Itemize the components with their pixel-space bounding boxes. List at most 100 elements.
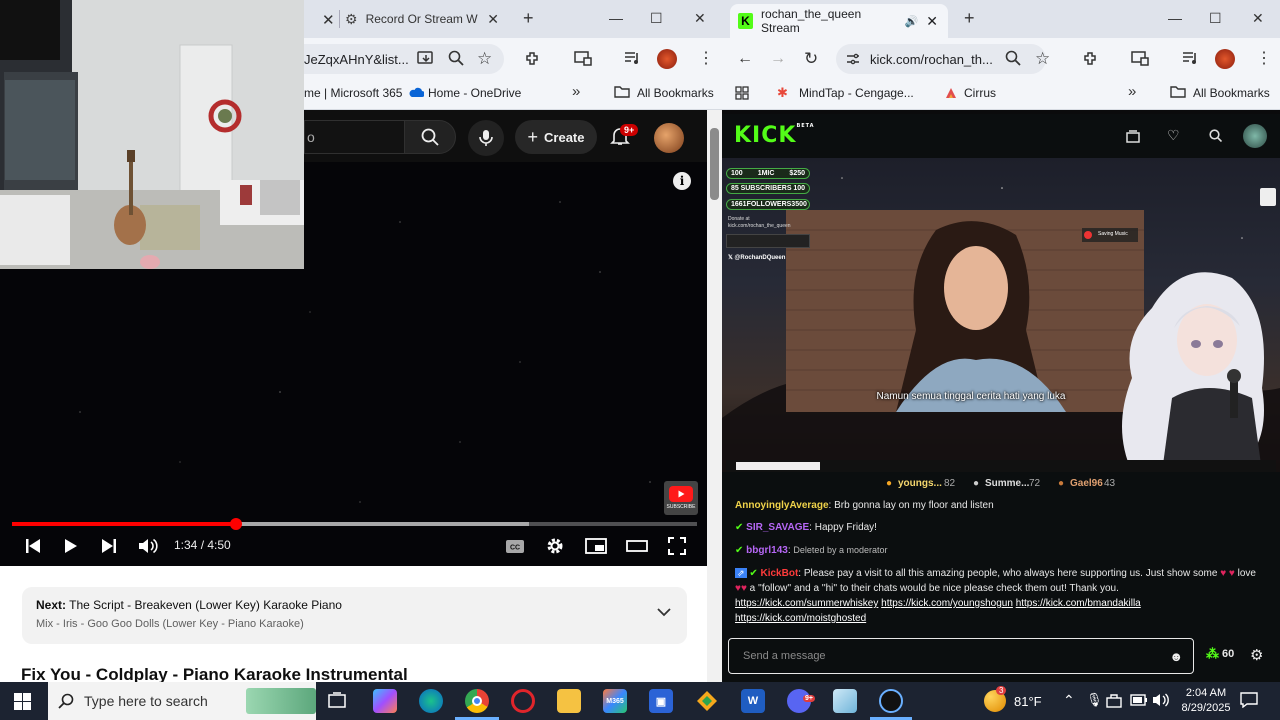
volume-icon[interactable] [138, 536, 158, 556]
notepad-icon[interactable] [833, 689, 857, 713]
audio-playing-icon[interactable]: 🔊 [905, 15, 919, 28]
install-app-icon[interactable] [417, 50, 435, 66]
youtube-account-avatar[interactable] [654, 123, 684, 153]
new-tab-button[interactable]: + [964, 8, 975, 29]
maximize-button[interactable]: ☐ [650, 10, 663, 27]
theater-mode-icon[interactable] [626, 536, 648, 556]
close-window-button[interactable]: ✕ [694, 10, 706, 27]
tab-kick-stream[interactable]: K rochan_the_queen Stream 🔊 ✕ [730, 4, 948, 38]
forward-arrow-icon[interactable]: → [770, 50, 786, 68]
gifter-name[interactable]: youngs... [898, 478, 942, 489]
copilot-icon[interactable] [373, 689, 397, 713]
battery-icon[interactable] [1130, 694, 1148, 706]
bookmark-cirrus[interactable]: Cirrus [964, 86, 996, 100]
edge-icon[interactable] [419, 689, 443, 713]
close-tab-icon[interactable]: ✕ [322, 11, 335, 29]
next-icon[interactable] [100, 536, 118, 556]
scrollbar-thumb[interactable] [710, 128, 719, 200]
notifications-icon[interactable] [1240, 692, 1258, 708]
youtube-search-input[interactable]: o [304, 120, 404, 154]
chat-username[interactable]: bbgrl143 [746, 545, 788, 556]
discord-icon[interactable]: 9+ [787, 689, 815, 713]
file-explorer-folder-icon[interactable] [557, 689, 581, 713]
maximize-button[interactable]: ☐ [1209, 10, 1222, 27]
chat-link[interactable]: https://kick.com/moistghosted [735, 613, 866, 624]
extensions-icon[interactable] [524, 50, 541, 67]
minimize-button[interactable]: — [1168, 10, 1182, 26]
bookmarks-overflow-icon[interactable]: » [572, 83, 580, 100]
cast-icon[interactable] [574, 50, 592, 66]
close-window-button[interactable]: ✕ [1252, 10, 1264, 27]
chat-username[interactable]: KickBot [761, 568, 799, 579]
all-bookmarks[interactable]: All Bookmarks [1193, 86, 1270, 100]
bookmarks-overflow-icon[interactable]: » [1128, 83, 1136, 100]
all-bookmarks[interactable]: All Bookmarks [637, 86, 714, 100]
stream-video[interactable]: Saving Music 100 1MIC $250 85 SUBSCRIBERS 10… [722, 158, 1280, 472]
gifter-name[interactable]: Gael96 [1070, 478, 1103, 489]
chat-link[interactable]: https://kick.com/summerwhiskey [735, 598, 878, 609]
apps-grid-icon[interactable] [735, 86, 749, 100]
channel-points[interactable]: ⁂ 60 [1206, 646, 1234, 662]
bookmark-star-icon[interactable]: ☆ [477, 49, 492, 69]
close-tab-icon[interactable]: ✕ [487, 11, 499, 28]
profile-avatar[interactable] [657, 49, 677, 69]
taskbar-search-box[interactable]: Type here to search [48, 682, 316, 720]
more-menu-icon[interactable]: ⋮ [698, 48, 714, 68]
tray-overflow-chevron-icon[interactable]: ⌃ [1063, 692, 1075, 709]
progress-scrubber[interactable] [229, 518, 242, 530]
user-avatar[interactable] [1243, 124, 1267, 148]
network-icon[interactable] [1106, 694, 1122, 708]
subscribe-watermark[interactable]: SUBSCRIBE [664, 481, 698, 515]
play-icon[interactable] [64, 536, 78, 556]
youtube-search-button[interactable] [404, 120, 456, 154]
chevron-down-icon[interactable] [657, 608, 671, 617]
cast-icon[interactable] [1131, 50, 1149, 66]
info-icon[interactable]: i [673, 172, 691, 190]
weather-temperature[interactable]: 81°F [1014, 694, 1042, 709]
kick-logo[interactable]: KICKBETA [734, 123, 815, 148]
word-icon[interactable]: W [741, 689, 765, 713]
miniplayer-icon[interactable] [585, 536, 607, 556]
profile-avatar[interactable] [1215, 49, 1235, 69]
more-menu-icon[interactable]: ⋮ [1256, 48, 1272, 68]
settings-gear-icon[interactable] [545, 536, 565, 556]
bookmark-onedrive[interactable]: Home - OneDrive [428, 86, 521, 100]
media-control-icon[interactable] [624, 50, 641, 66]
windows-start-icon[interactable] [14, 693, 31, 710]
bookmark-mindtap[interactable]: MindTap - Cengage... [799, 86, 914, 100]
obs-icon[interactable] [879, 689, 903, 713]
address-bar[interactable]: JeZqxAHnY&list... [304, 44, 504, 74]
media-control-icon[interactable] [1182, 50, 1199, 66]
following-heart-icon[interactable]: ♡ [1167, 127, 1180, 144]
chrome-icon[interactable] [465, 689, 489, 713]
captions-icon[interactable]: CC [505, 536, 525, 556]
new-tab-button[interactable]: + [523, 8, 534, 29]
chat-username[interactable]: SIR_SAVAGE [746, 522, 809, 533]
up-next-card[interactable] [22, 587, 687, 644]
back-arrow-icon[interactable]: ← [737, 50, 753, 68]
tab-record-stream[interactable]: ⚙ Record Or Stream W ✕ [345, 4, 515, 34]
microsoft-store-icon[interactable]: ▣ [649, 689, 673, 713]
chat-link[interactable]: https://kick.com/youngshogun [881, 598, 1013, 609]
microphone-icon[interactable]: 🎙 [1086, 692, 1103, 708]
fullscreen-icon[interactable] [668, 536, 686, 556]
zoom-icon[interactable] [448, 50, 464, 66]
previous-icon[interactable] [24, 536, 42, 556]
task-view-icon[interactable] [328, 692, 346, 710]
voice-search-button[interactable] [468, 120, 504, 156]
opera-icon[interactable] [511, 689, 535, 713]
chat-link[interactable]: https://kick.com/bmandakilla [1016, 598, 1141, 609]
extensions-icon[interactable] [1082, 50, 1099, 67]
microsoft365-icon[interactable]: M365 [603, 689, 627, 713]
create-button[interactable]: + Create [515, 120, 597, 154]
bookmark-star-icon[interactable]: ☆ [1035, 49, 1050, 69]
close-tab-icon[interactable]: ✕ [926, 13, 938, 30]
minimize-button[interactable]: — [609, 10, 623, 26]
search-icon[interactable] [1209, 129, 1222, 142]
chat-username[interactable]: AnnoyinglyAverage [735, 500, 829, 511]
bookmark-microsoft365[interactable]: me | Microsoft 365 [304, 86, 402, 100]
zoom-icon[interactable] [1005, 50, 1021, 66]
reload-icon[interactable]: ↻ [804, 49, 818, 69]
chat-message-input[interactable]: Send a message ☻ [728, 638, 1194, 674]
git-diamond-icon[interactable] [695, 689, 719, 713]
